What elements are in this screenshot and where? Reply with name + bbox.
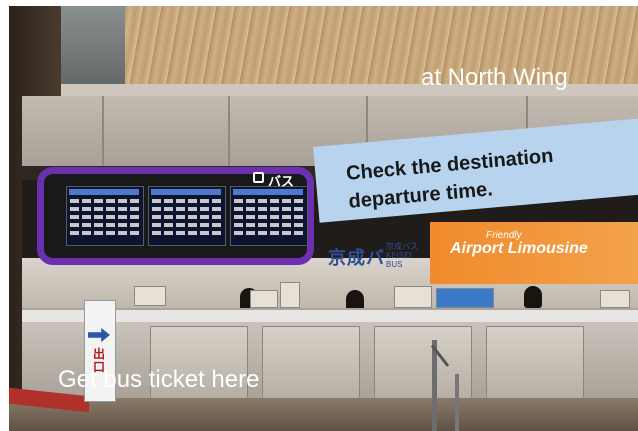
north-wing-caption: at North Wing bbox=[421, 64, 568, 91]
board-header-label: バス bbox=[268, 174, 295, 189]
facade-seam bbox=[102, 96, 104, 168]
schedule-row bbox=[152, 207, 222, 211]
schedule-row bbox=[234, 215, 304, 219]
departure-screen bbox=[148, 186, 226, 246]
staff-person bbox=[524, 286, 542, 308]
screen-header-bar bbox=[69, 189, 139, 195]
counter-sign bbox=[600, 290, 630, 308]
counter-brochure-stand bbox=[134, 286, 166, 306]
counter-sign bbox=[394, 286, 432, 308]
schedule-row bbox=[70, 215, 140, 219]
schedule-row bbox=[234, 231, 304, 235]
departure-screen bbox=[230, 186, 308, 246]
schedule-row bbox=[70, 231, 140, 235]
screen-header-bar bbox=[151, 189, 221, 195]
facade-seam bbox=[228, 96, 230, 168]
departure-board-screens bbox=[66, 186, 310, 246]
schedule-row bbox=[152, 231, 222, 235]
bus-icon bbox=[253, 172, 264, 183]
airport-bus-counter-photo: Friendly Airport Limousine 京成バ 京成バス KEIS… bbox=[0, 0, 638, 431]
airport-limousine-logo: Airport Limousine bbox=[450, 240, 588, 257]
ceiling-glass bbox=[61, 6, 131, 94]
schedule-row bbox=[70, 223, 140, 227]
bus-ticket-caption: Get bus ticket here bbox=[58, 366, 260, 393]
schedule-row bbox=[234, 199, 304, 203]
queue-stanchion bbox=[455, 374, 459, 431]
schedule-row bbox=[152, 215, 222, 219]
counter-sign bbox=[280, 282, 300, 308]
schedule-row bbox=[234, 207, 304, 211]
floor bbox=[9, 398, 638, 431]
counter-sign bbox=[250, 290, 278, 308]
schedule-row bbox=[152, 199, 222, 203]
keisei-bus-logo: 京成バ bbox=[328, 248, 385, 268]
keisei-bus-sublabel: 京成バス KEISEI BUS bbox=[386, 242, 418, 269]
schedule-row bbox=[234, 223, 304, 227]
schedule-row bbox=[70, 207, 140, 211]
counter-panel bbox=[262, 326, 360, 406]
schedule-row bbox=[152, 223, 222, 227]
departure-screen bbox=[66, 186, 144, 246]
schedule-row bbox=[70, 199, 140, 203]
brochure-rack bbox=[436, 288, 494, 308]
counter-panel bbox=[486, 326, 584, 406]
